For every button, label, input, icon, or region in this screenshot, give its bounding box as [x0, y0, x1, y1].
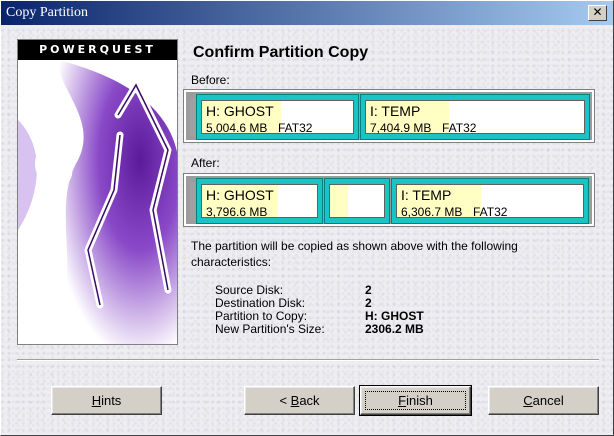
partition-to-copy-value: H: GHOST	[365, 309, 424, 323]
partition-fs: FAT32	[278, 121, 313, 135]
hints-button[interactable]: Hints	[51, 386, 162, 415]
partition-size: 7,404.9 MB	[370, 121, 432, 135]
description-text: The partition will be copied as shown ab…	[191, 239, 518, 269]
partition-size: 5,004.6 MB	[206, 121, 268, 135]
finish-button[interactable]: Finish	[359, 385, 472, 416]
partition-name: H: GHOST	[206, 187, 274, 203]
window-title: Copy Partition	[6, 5, 89, 20]
source-disk-value: 2	[365, 283, 372, 297]
page-title: Confirm Partition Copy	[193, 44, 369, 61]
destination-disk-label: Destination Disk:	[215, 296, 306, 310]
used-space-bar	[330, 185, 348, 217]
after-label: After:	[191, 156, 220, 170]
logo-artwork	[18, 60, 177, 344]
back-button[interactable]: < Back	[244, 386, 355, 415]
partition-size: 6,306.7 MB	[401, 205, 463, 219]
before-disk-map: H: GHOST 5,004.6 MB FAT32 I: TEMP 7,404.…	[183, 89, 595, 143]
powerquest-logo: POWERQUEST	[18, 40, 177, 60]
before-partition-h[interactable]: H: GHOST 5,004.6 MB FAT32	[196, 94, 359, 140]
divider	[17, 359, 599, 361]
partition-fs: FAT32	[473, 205, 508, 219]
powerquest-logo-panel: POWERQUEST	[17, 39, 178, 345]
cancel-button[interactable]: Cancel	[488, 386, 599, 415]
new-partition-size-value: 2306.2 MB	[365, 322, 424, 336]
close-icon[interactable]: ✕	[588, 5, 607, 21]
after-partition-i[interactable]: I: TEMP 6,306.7 MB FAT32	[391, 178, 589, 224]
copy-partition-dialog: Copy Partition ✕ POWERQUEST Confirm Part…	[0, 0, 614, 436]
after-partition-h[interactable]: H: GHOST 3,796.6 MB	[196, 178, 323, 224]
after-disk-map: H: GHOST 3,796.6 MB I: TEMP 6,306.7 MB F…	[183, 173, 595, 227]
after-new-partition[interactable]	[324, 178, 390, 224]
before-label: Before:	[191, 73, 230, 87]
source-disk-label: Source Disk:	[215, 283, 284, 297]
new-partition-size-label: New Partition's Size:	[215, 322, 325, 336]
destination-disk-value: 2	[365, 296, 372, 310]
partition-fs: FAT32	[442, 121, 477, 135]
partition-name: I: TEMP	[401, 187, 452, 203]
partition-size: 3,796.6 MB	[206, 205, 268, 219]
title-bar: Copy Partition ✕	[1, 1, 613, 25]
partition-name: H: GHOST	[206, 103, 274, 119]
partition-name: I: TEMP	[370, 103, 421, 119]
before-partition-i[interactable]: I: TEMP 7,404.9 MB FAT32	[360, 94, 590, 140]
partition-to-copy-label: Partition to Copy:	[215, 309, 308, 323]
